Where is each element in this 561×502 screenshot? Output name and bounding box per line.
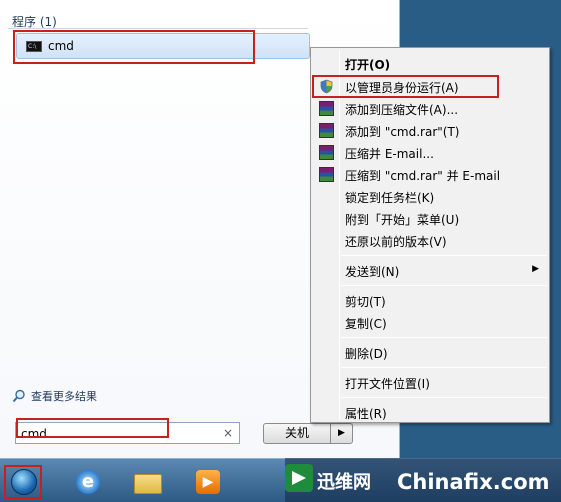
menu-separator <box>341 367 547 368</box>
internet-explorer-icon: e <box>76 470 100 494</box>
menu-item-add-to-archive[interactable]: 添加到压缩文件(A)... <box>311 97 549 119</box>
taskbar-file-explorer[interactable] <box>130 466 164 498</box>
shutdown-options-arrow-icon[interactable]: ▶ <box>331 423 353 444</box>
menu-item-open-file-location[interactable]: 打开文件位置(I) <box>311 371 549 393</box>
windows-logo-icon <box>11 469 37 495</box>
watermark: 迅维网 Chinafix.com <box>285 458 561 502</box>
menu-item-label: 删除(D) <box>345 347 388 361</box>
winrar-icon <box>319 145 334 160</box>
programs-divider <box>8 28 308 29</box>
taskbar-media-player[interactable]: ▶ <box>190 466 224 498</box>
search-highlight-box <box>16 418 169 438</box>
menu-item-label: 还原以前的版本(V) <box>345 235 447 249</box>
more-results-label: 查看更多结果 <box>31 390 97 403</box>
winrar-icon <box>319 101 334 116</box>
menu-item-pin-to-start-menu[interactable]: 附到「开始」菜单(U) <box>311 207 549 229</box>
menu-item-label: 锁定到任务栏(K) <box>345 191 435 205</box>
menu-item-label: 压缩并 E-mail... <box>345 147 434 161</box>
menu-item-label: 属性(R) <box>345 407 387 421</box>
menu-item-label: 附到「开始」菜单(U) <box>345 213 460 227</box>
menu-item-open[interactable]: 打开(O) <box>311 52 549 74</box>
winrar-icon <box>319 123 334 138</box>
cmd-highlight-box <box>13 30 255 64</box>
start-button[interactable] <box>4 465 42 499</box>
menu-item-compress-to-cmd-rar-and-email[interactable]: 压缩到 "cmd.rar" 并 E-mail <box>311 163 549 185</box>
run-as-admin-highlight-box <box>312 75 499 98</box>
context-menu: 打开(O) 以管理员身份运行(A) 添加到压缩文件(A)... 添加到 "cmd… <box>310 47 550 423</box>
menu-separator <box>341 337 547 338</box>
submenu-arrow-icon: ▶ <box>532 264 539 274</box>
menu-item-label: 压缩到 "cmd.rar" 并 E-mail <box>345 169 501 183</box>
menu-item-compress-and-email[interactable]: 压缩并 E-mail... <box>311 141 549 163</box>
watermark-brand-en: Chinafix.com <box>397 470 550 494</box>
menu-item-properties[interactable]: 属性(R) <box>311 401 549 423</box>
watermark-logo-icon <box>285 464 313 492</box>
menu-item-add-to-cmd-rar[interactable]: 添加到 "cmd.rar"(T) <box>311 119 549 141</box>
clear-icon[interactable]: × <box>223 426 233 440</box>
watermark-brand-cn: 迅维网 <box>317 472 371 493</box>
search-icon <box>12 389 25 403</box>
menu-item-cut[interactable]: 剪切(T) <box>311 289 549 311</box>
menu-item-restore-previous-versions[interactable]: 还原以前的版本(V) <box>311 229 549 251</box>
menu-item-delete[interactable]: 删除(D) <box>311 341 549 363</box>
menu-separator <box>341 255 547 256</box>
menu-item-label: 复制(C) <box>345 317 387 331</box>
menu-item-label: 添加到压缩文件(A)... <box>345 103 459 117</box>
menu-item-copy[interactable]: 复制(C) <box>311 311 549 333</box>
menu-item-label: 打开文件位置(I) <box>345 377 430 391</box>
menu-separator <box>341 285 547 286</box>
menu-item-label: 添加到 "cmd.rar"(T) <box>345 125 460 139</box>
shutdown-button[interactable]: 关机 <box>263 423 331 444</box>
menu-item-label: 剪切(T) <box>345 295 386 309</box>
menu-separator <box>341 397 547 398</box>
menu-item-send-to[interactable]: 发送到(N) ▶ <box>311 259 549 281</box>
winrar-icon <box>319 167 334 182</box>
media-player-icon: ▶ <box>196 470 220 494</box>
taskbar-internet-explorer[interactable]: e <box>70 466 104 498</box>
menu-item-label: 打开(O) <box>345 58 391 72</box>
menu-item-label: 发送到(N) <box>345 265 400 279</box>
menu-item-pin-to-taskbar[interactable]: 锁定到任务栏(K) <box>311 185 549 207</box>
folder-icon <box>134 474 162 494</box>
